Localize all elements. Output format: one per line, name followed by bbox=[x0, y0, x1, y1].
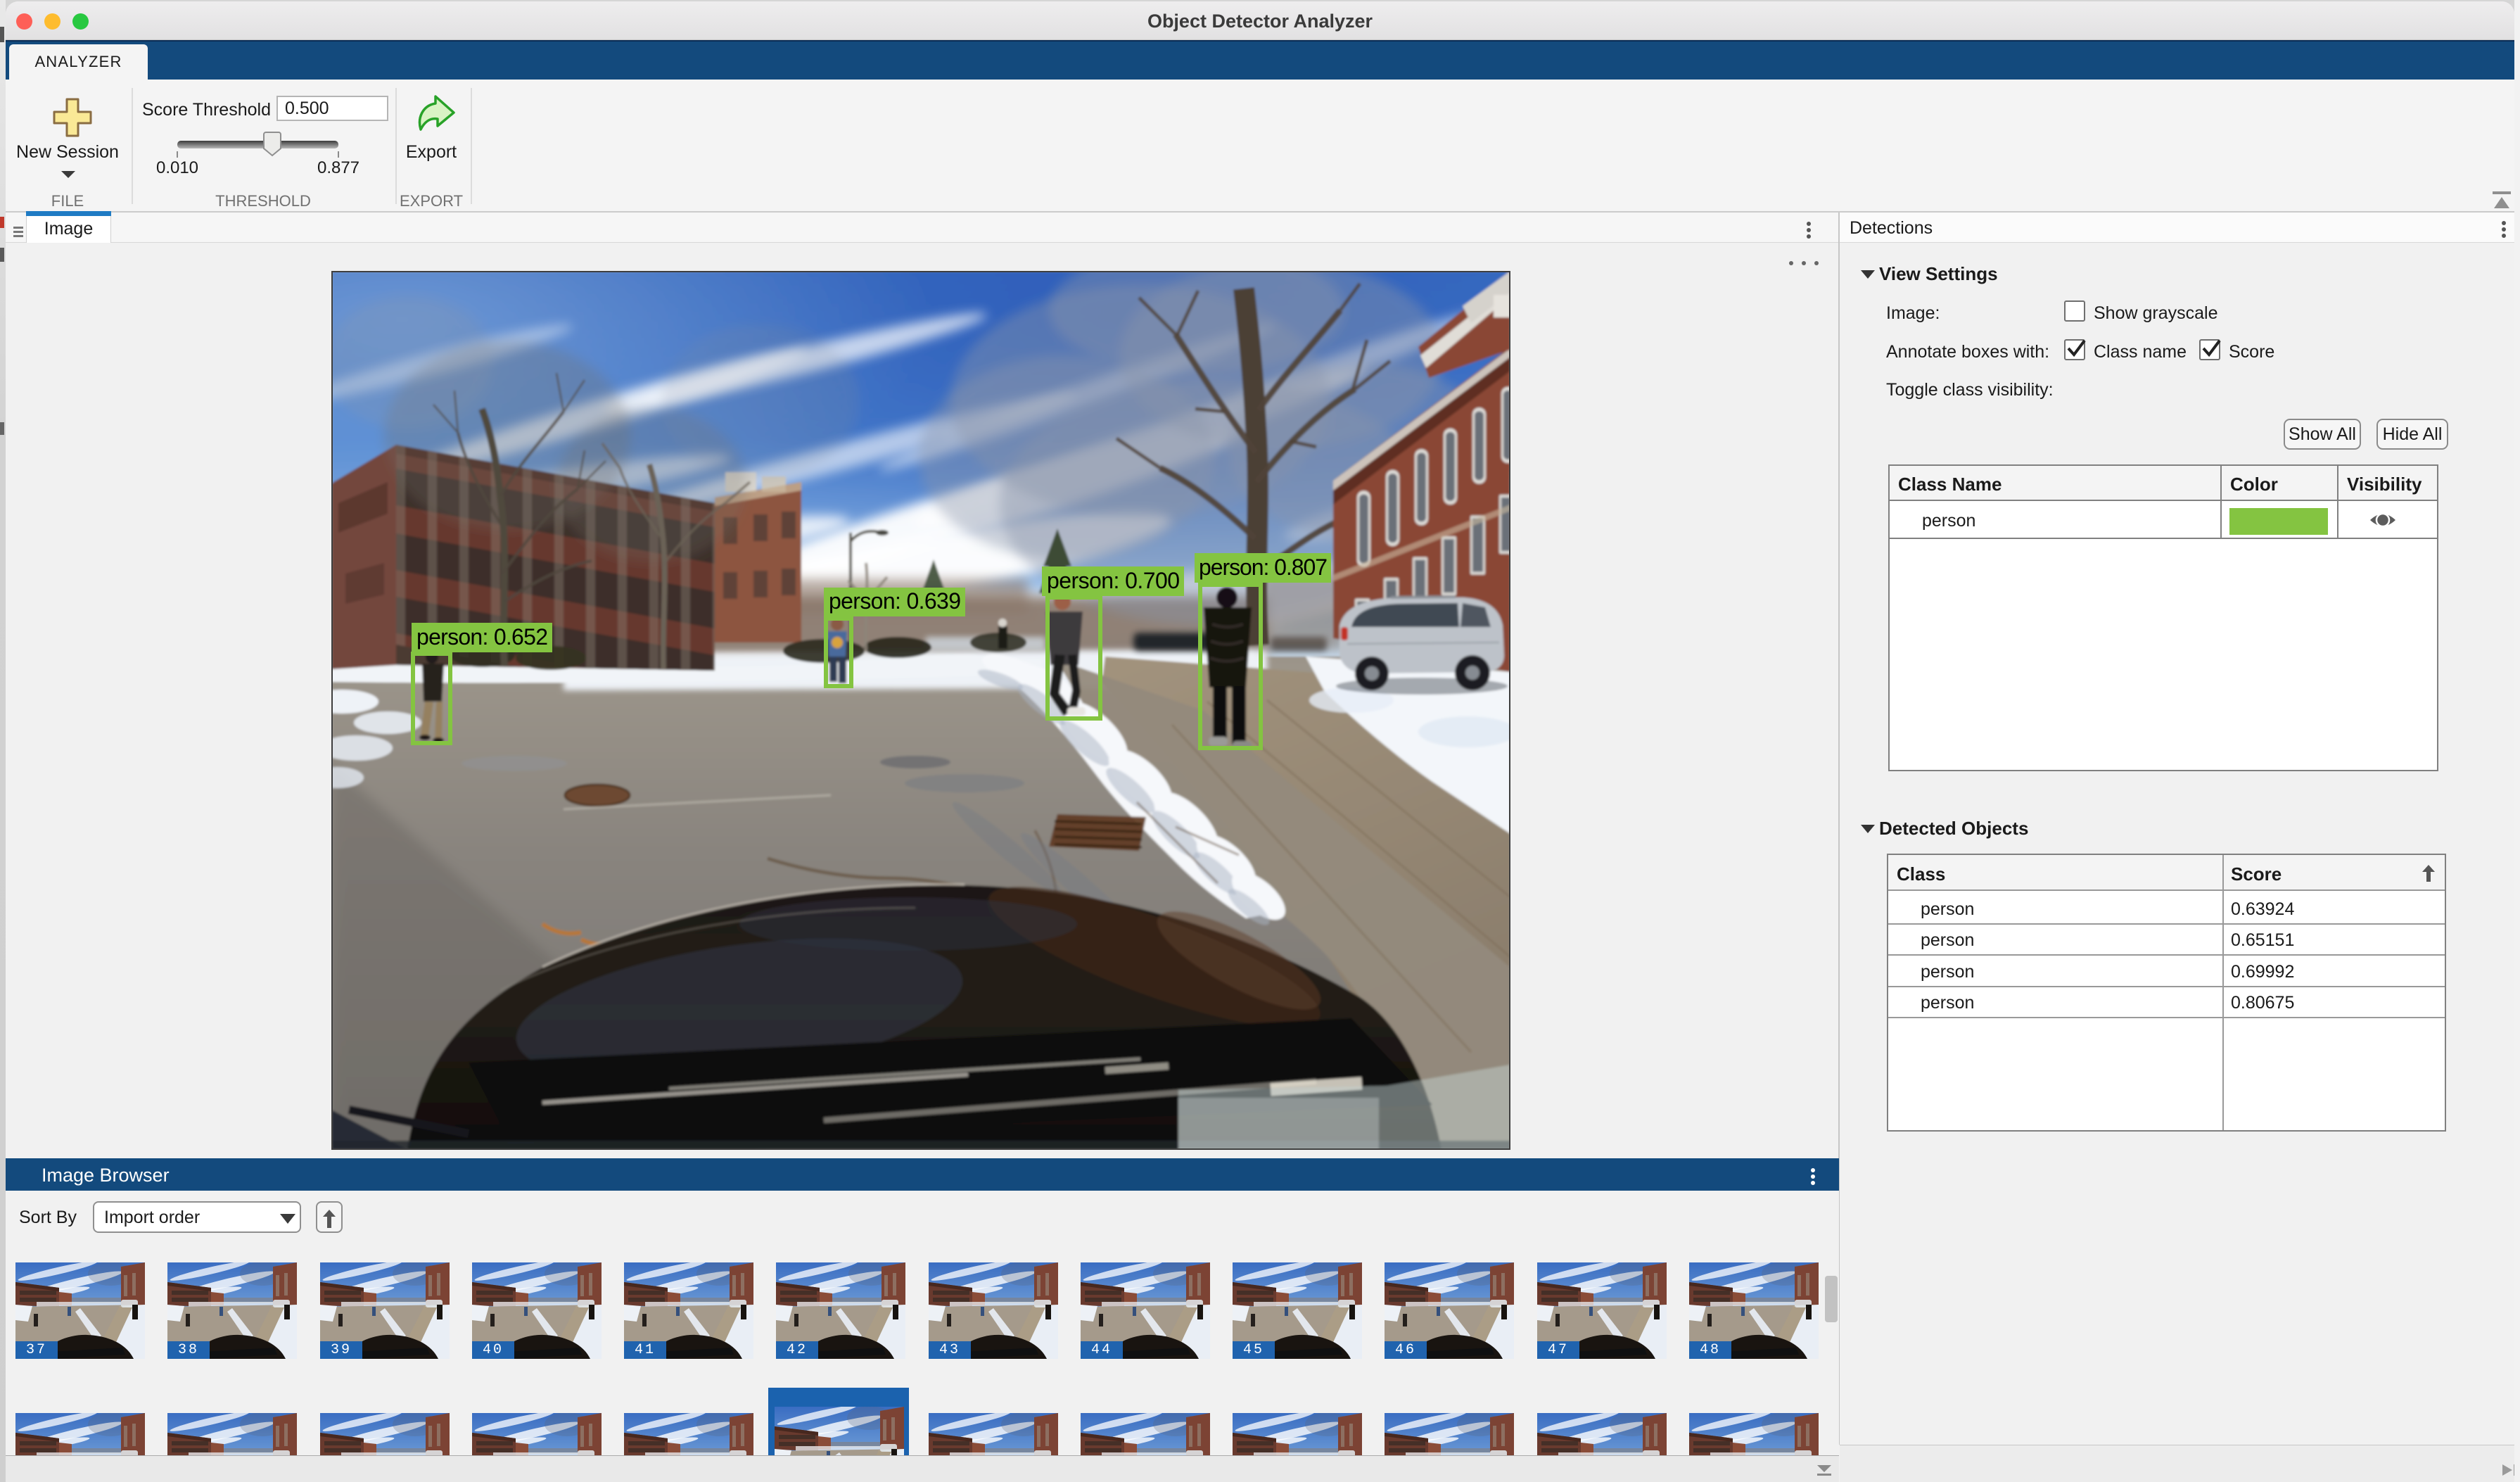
svg-text:person: 0.652: person: 0.652 bbox=[416, 624, 548, 650]
svg-text:person: 0.807: person: 0.807 bbox=[1199, 555, 1328, 580]
svg-text:person: 0.639: person: 0.639 bbox=[829, 588, 961, 614]
svg-text:person: 0.700: person: 0.700 bbox=[1047, 568, 1180, 593]
